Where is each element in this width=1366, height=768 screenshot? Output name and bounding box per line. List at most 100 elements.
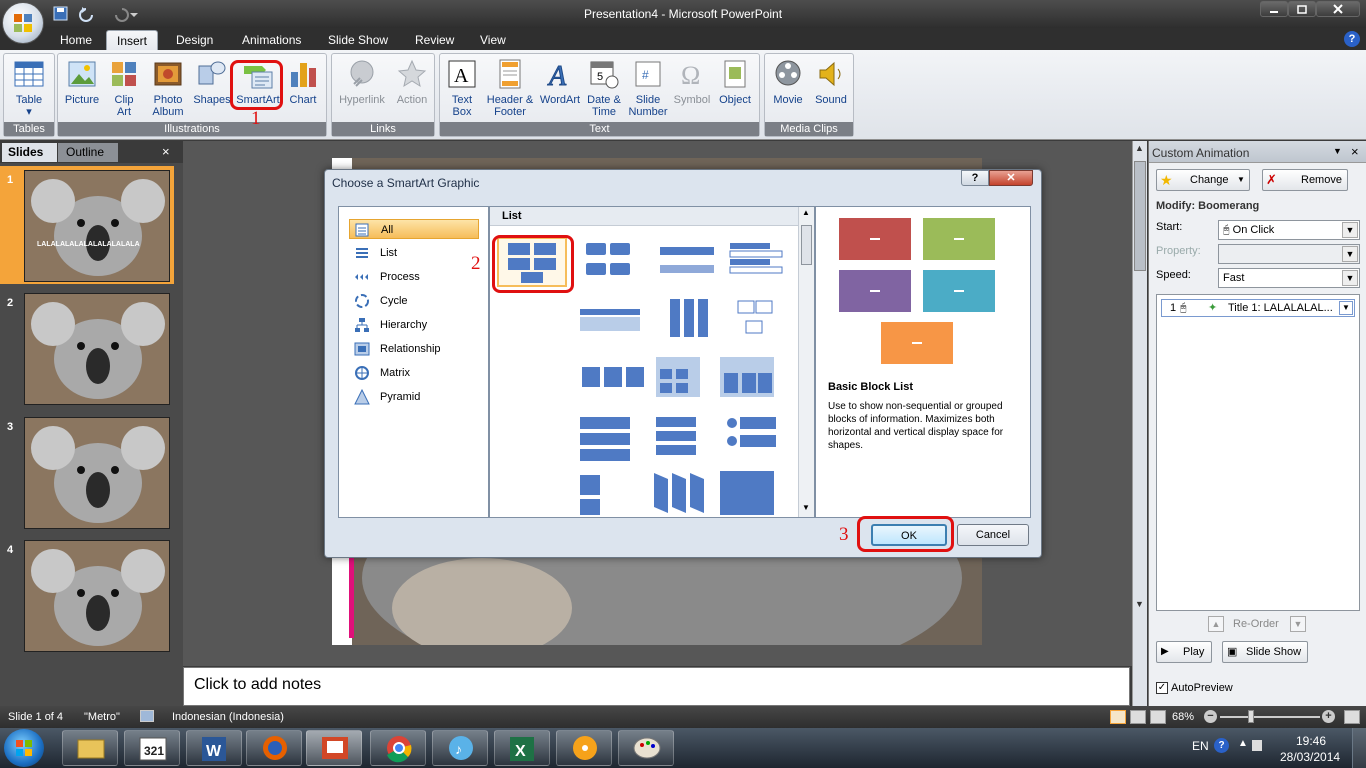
zoom-in-icon[interactable]: + bbox=[1322, 710, 1335, 723]
header-footer-button[interactable]: Header & Footer bbox=[484, 58, 536, 118]
category-cycle[interactable]: Cycle bbox=[349, 291, 479, 311]
picture-button[interactable]: Picture bbox=[62, 58, 102, 106]
category-process[interactable]: Process bbox=[349, 267, 479, 287]
vertical-scrollbar[interactable]: ▲ ▼ bbox=[1132, 141, 1147, 706]
slide-show-button[interactable]: ▣ Slide Show bbox=[1222, 641, 1308, 663]
tab-insert[interactable]: Insert bbox=[106, 30, 159, 50]
date-time-button[interactable]: 5 Date & Time bbox=[584, 58, 624, 118]
start-button[interactable] bbox=[4, 729, 44, 767]
action-button[interactable]: Action bbox=[392, 58, 432, 106]
move-down-icon[interactable]: ▼ bbox=[1290, 616, 1306, 632]
taskbar-word[interactable]: W bbox=[186, 730, 242, 766]
chart-button[interactable]: Chart bbox=[284, 58, 322, 106]
slide-show-view-icon[interactable] bbox=[1150, 710, 1166, 724]
tab-view[interactable]: View bbox=[470, 30, 516, 50]
close-window-button[interactable] bbox=[1316, 1, 1360, 17]
scroll-thumb[interactable] bbox=[801, 225, 812, 265]
dialog-help-button[interactable]: ? bbox=[961, 170, 989, 186]
property-dropdown[interactable]: ▼ bbox=[1218, 244, 1360, 264]
scroll-up-icon[interactable]: ▲ bbox=[802, 208, 810, 217]
category-pyramid[interactable]: Pyramid bbox=[349, 387, 479, 407]
zoom-out-icon[interactable]: − bbox=[1204, 710, 1217, 723]
text-box-button[interactable]: A Text Box bbox=[442, 58, 482, 118]
slide-thumbnail-3[interactable] bbox=[24, 417, 170, 529]
move-up-icon[interactable]: ▲ bbox=[1208, 616, 1224, 632]
minimize-button[interactable] bbox=[1260, 1, 1288, 17]
category-hierarchy[interactable]: Hierarchy bbox=[349, 315, 479, 335]
tab-slides[interactable]: Slides bbox=[2, 143, 57, 162]
scroll-down-icon[interactable]: ▼ bbox=[1135, 599, 1144, 609]
help-icon[interactable]: ? bbox=[1214, 738, 1229, 753]
close-pane-icon[interactable]: × bbox=[1351, 144, 1359, 159]
tab-outline[interactable]: Outline bbox=[58, 143, 118, 162]
zoom-thumb[interactable] bbox=[1248, 710, 1254, 723]
animation-list[interactable]: 1 🖰 ✦ Title 1: LALALALAL... ▼ bbox=[1156, 294, 1360, 611]
taskbar-chrome[interactable] bbox=[370, 730, 426, 766]
chevron-down-icon[interactable]: ▼ bbox=[1339, 301, 1353, 315]
scroll-down-icon[interactable]: ▼ bbox=[802, 503, 810, 512]
cancel-button[interactable]: Cancel bbox=[957, 524, 1029, 546]
tab-animations[interactable]: Animations bbox=[232, 30, 311, 50]
shapes-button[interactable]: Shapes bbox=[192, 58, 232, 106]
restore-button[interactable] bbox=[1288, 1, 1316, 17]
change-button[interactable]: ★ Change ▼ bbox=[1156, 169, 1250, 191]
dialog-close-button[interactable]: ✕ bbox=[989, 170, 1033, 186]
taskbar-media-player[interactable]: 321 bbox=[124, 730, 180, 766]
table-button[interactable]: Table ▾ bbox=[6, 58, 52, 118]
slide-sorter-icon[interactable] bbox=[1130, 710, 1146, 724]
taskbar-firefox[interactable] bbox=[246, 730, 302, 766]
taskbar-itunes[interactable]: ♪ bbox=[432, 730, 488, 766]
office-button[interactable] bbox=[2, 2, 44, 44]
category-all[interactable]: All bbox=[349, 219, 479, 239]
layout-thumbnails[interactable] bbox=[570, 237, 798, 517]
taskbar-burner[interactable] bbox=[556, 730, 612, 766]
help-icon[interactable]: ? bbox=[1344, 31, 1360, 47]
notes-pane[interactable]: Click to add notes bbox=[183, 667, 1130, 706]
sound-button[interactable]: Sound bbox=[811, 58, 851, 106]
gallery-scrollbar[interactable]: ▲ ▼ bbox=[798, 207, 814, 517]
start-dropdown[interactable]: 🖰 On Click ▼ bbox=[1218, 220, 1360, 240]
spelling-icon[interactable] bbox=[140, 710, 154, 722]
tab-review[interactable]: Review bbox=[405, 30, 464, 50]
animation-item[interactable]: 1 🖰 ✦ Title 1: LALALALAL... ▼ bbox=[1161, 299, 1355, 317]
tab-design[interactable]: Design bbox=[166, 30, 223, 50]
clock-date[interactable]: 28/03/2014 bbox=[1280, 750, 1340, 764]
zoom-slider[interactable] bbox=[1220, 716, 1320, 718]
slide-thumbnail-1[interactable]: LALALALALALALALALALALA bbox=[24, 170, 170, 282]
category-matrix[interactable]: Matrix bbox=[349, 363, 479, 383]
tab-home[interactable]: Home bbox=[50, 30, 102, 50]
tab-slide-show[interactable]: Slide Show bbox=[318, 30, 398, 50]
speed-dropdown[interactable]: Fast ▼ bbox=[1218, 268, 1360, 288]
scroll-up-icon[interactable]: ▲ bbox=[1135, 143, 1144, 153]
hyperlink-button[interactable]: Hyperlink bbox=[334, 58, 390, 106]
photo-album-button[interactable]: Photo Album bbox=[146, 58, 190, 118]
slide-thumbnail-4[interactable] bbox=[24, 540, 170, 652]
wordart-button[interactable]: A WordArt bbox=[538, 58, 582, 107]
slide-number-button[interactable]: # Slide Number bbox=[626, 58, 670, 118]
remove-button[interactable]: ✗ Remove bbox=[1262, 169, 1348, 191]
show-desktop-button[interactable] bbox=[1352, 728, 1366, 768]
object-button[interactable]: Object bbox=[714, 58, 756, 106]
zoom-level[interactable]: 68% bbox=[1172, 711, 1194, 723]
clip-art-button[interactable]: Clip Art bbox=[106, 58, 142, 118]
taskbar-excel[interactable]: X bbox=[494, 730, 550, 766]
taskbar-explorer[interactable] bbox=[62, 730, 118, 766]
normal-view-icon[interactable] bbox=[1110, 710, 1126, 724]
taskbar-paint[interactable] bbox=[618, 730, 674, 766]
language[interactable]: Indonesian (Indonesia) bbox=[172, 711, 284, 723]
close-pane-icon[interactable]: × bbox=[162, 144, 170, 159]
pane-options-icon[interactable]: ▼ bbox=[1333, 146, 1342, 156]
clock-time[interactable]: 19:46 bbox=[1296, 734, 1326, 748]
fit-to-window-icon[interactable] bbox=[1344, 710, 1360, 724]
play-button[interactable]: ▶ Play bbox=[1156, 641, 1212, 663]
language-indicator[interactable]: EN bbox=[1192, 739, 1209, 753]
symbol-button[interactable]: Ω Symbol bbox=[672, 58, 712, 106]
movie-button[interactable]: Movie bbox=[767, 58, 809, 106]
taskbar-powerpoint[interactable] bbox=[306, 730, 362, 766]
category-list-item[interactable]: List bbox=[349, 243, 479, 263]
network-icon[interactable] bbox=[1252, 740, 1262, 751]
scroll-thumb[interactable] bbox=[1134, 161, 1146, 271]
tray-chevron-icon[interactable]: ▲ bbox=[1238, 738, 1248, 749]
slide-thumbnail-2[interactable] bbox=[24, 293, 170, 405]
category-relationship[interactable]: Relationship bbox=[349, 339, 479, 359]
